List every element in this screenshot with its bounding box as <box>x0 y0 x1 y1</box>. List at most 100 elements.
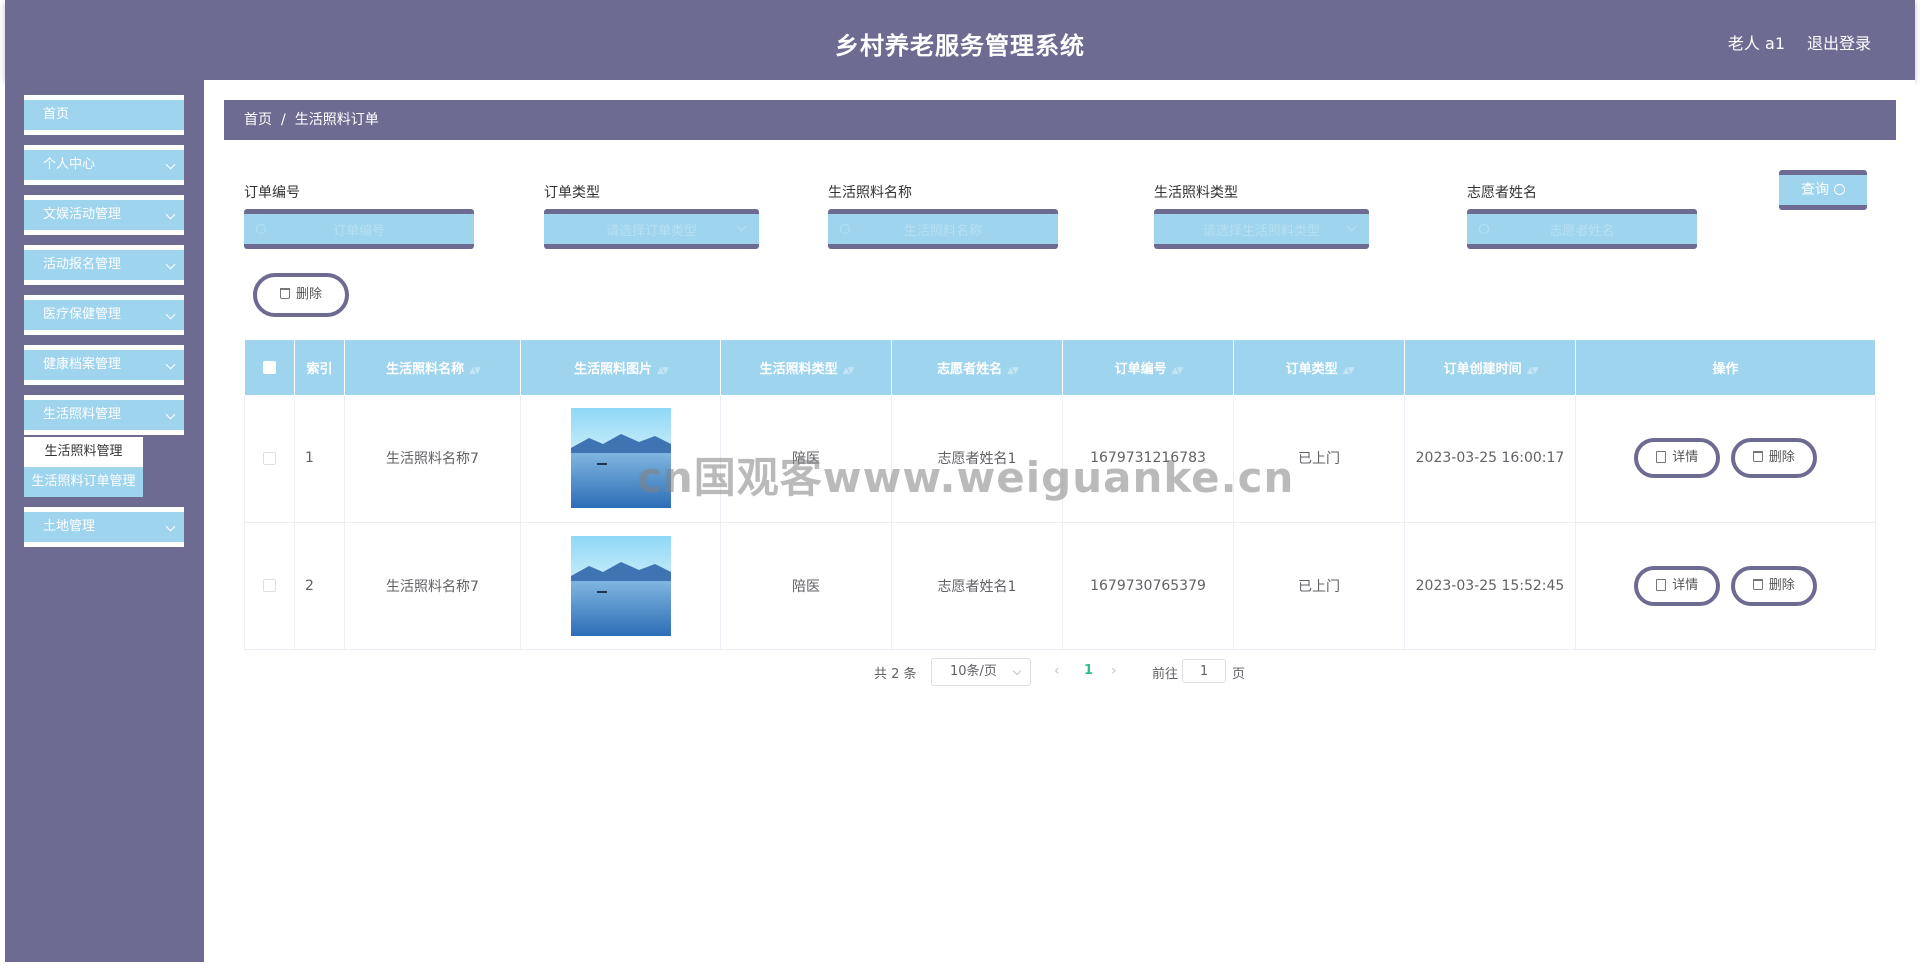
trash-icon <box>279 288 290 299</box>
sidebar-item-activity-signup[interactable]: 活动报名管理 <box>24 245 184 285</box>
sidebar-item-personal-center[interactable]: 个人中心 <box>24 145 184 185</box>
input-placeholder: 志愿者姓名 <box>1549 224 1615 239</box>
column-header-care-name[interactable]: 生活照料名称 ▲▼ <box>344 340 521 395</box>
care-thumbnail-image[interactable] <box>570 408 671 509</box>
pagination-total: 共 2 条 <box>874 667 917 682</box>
row-select[interactable] <box>244 522 295 650</box>
logout-link[interactable]: 退出登录 <box>1807 30 1871 54</box>
sidebar-item-label: 文娱活动管理 <box>43 207 122 222</box>
breadcrumb-current: 生活照料订单 <box>294 112 379 128</box>
sort-icon[interactable]: ▲▼ <box>1172 366 1184 376</box>
sidebar-item-label: 首页 <box>43 107 70 122</box>
sidebar-item-entertainment[interactable]: 文娱活动管理 <box>24 195 184 235</box>
row-created: 2023-03-25 16:00:17 <box>1404 395 1576 523</box>
chevron-down-icon <box>165 259 176 270</box>
header-select-all[interactable] <box>244 340 295 395</box>
delete-button-label: 删除 <box>295 287 322 302</box>
breadcrumb-home[interactable]: 首页 <box>244 100 272 140</box>
row-created: 2023-03-25 15:52:45 <box>1404 522 1576 650</box>
row-checkbox[interactable] <box>263 579 276 592</box>
detail-button[interactable]: 详情 <box>1634 438 1721 479</box>
page-size-select[interactable]: 10条/页 <box>931 658 1031 686</box>
row-order-no: 1679731216783 <box>1062 395 1234 523</box>
column-header-actions: 操作 <box>1575 340 1876 395</box>
page-number-current[interactable]: 1 <box>1084 663 1093 678</box>
sort-icon[interactable]: ▲▼ <box>657 366 669 376</box>
sidebar-item-label: 生活照料管理 <box>43 407 122 422</box>
row-care-type: 陪医 <box>720 395 892 523</box>
chevron-right-icon[interactable]: › <box>1111 663 1117 679</box>
sort-icon[interactable]: ▲▼ <box>1343 366 1355 376</box>
care-type-select[interactable]: 请选择生活照料类型 <box>1154 209 1369 249</box>
goto-page-input[interactable] <box>1182 659 1226 683</box>
select-placeholder: 请选择生活照料类型 <box>1202 224 1320 239</box>
row-index: 1 <box>294 395 345 523</box>
chevron-down-icon <box>165 309 176 320</box>
filter-label-volunteer: 志愿者姓名 <box>1467 185 1537 201</box>
delete-button[interactable]: 删除 <box>1730 438 1817 479</box>
column-header-order-no[interactable]: 订单编号 ▲▼ <box>1062 340 1234 395</box>
breadcrumb-separator: / <box>281 112 286 128</box>
sidebar: 首页 个人中心 文娱活动管理 活动报名管理 医疗保健管理 健康档案管理 生活照料… <box>5 80 204 962</box>
care-thumbnail-image[interactable] <box>570 535 671 636</box>
row-care-image <box>520 522 721 650</box>
top-header: 乡村养老服务管理系统 老人 a1 退出登录 <box>5 0 1915 80</box>
column-header-volunteer[interactable]: 志愿者姓名 ▲▼ <box>891 340 1063 395</box>
chevron-down-icon <box>165 521 176 532</box>
chevron-down-icon <box>165 209 176 220</box>
page-size-value: 10条/页 <box>950 664 997 679</box>
table-row: 1 生活照料名称7 陪医 志愿者姓名1 1679731216783 已上门 20… <box>244 395 1876 523</box>
goto-suffix: 页 <box>1232 667 1246 682</box>
document-icon <box>1656 451 1667 464</box>
filter-label-care-name: 生活照料名称 <box>828 185 912 201</box>
batch-delete-button[interactable]: 删除 <box>253 273 349 317</box>
column-header-order-type[interactable]: 订单类型 ▲▼ <box>1233 340 1405 395</box>
chevron-down-icon <box>165 409 176 420</box>
order-no-input[interactable]: 订单编号 <box>244 209 474 249</box>
sidebar-item-life-care[interactable]: 生活照料管理 <box>24 395 184 435</box>
chevron-left-icon[interactable]: ‹ <box>1054 663 1060 679</box>
order-type-select[interactable]: 请选择订单类型 <box>544 209 759 249</box>
row-select[interactable] <box>244 395 295 523</box>
current-user: 老人 a1 <box>1727 34 1785 53</box>
system-title: 乡村养老服务管理系统 <box>835 32 1085 60</box>
input-placeholder: 生活照料名称 <box>903 224 982 239</box>
submenu-life-care[interactable]: 生活照料管理 <box>24 437 143 467</box>
delete-button[interactable]: 删除 <box>1730 565 1817 606</box>
row-actions: 详情 删除 <box>1575 395 1876 523</box>
row-order-type: 已上门 <box>1233 395 1405 523</box>
document-icon <box>1656 578 1667 591</box>
sidebar-item-health-records[interactable]: 健康档案管理 <box>24 345 184 385</box>
chevron-down-icon <box>165 159 176 170</box>
sidebar-item-home[interactable]: 首页 <box>24 95 184 135</box>
care-name-input[interactable]: 生活照料名称 <box>828 209 1058 249</box>
volunteer-name-input[interactable]: 志愿者姓名 <box>1467 209 1697 249</box>
column-header-care-type[interactable]: 生活照料类型 ▲▼ <box>720 340 892 395</box>
column-header-created[interactable]: 订单创建时间 ▲▼ <box>1404 340 1576 395</box>
detail-button[interactable]: 详情 <box>1634 565 1721 606</box>
select-all-checkbox[interactable] <box>262 361 276 374</box>
row-actions: 详情 删除 <box>1575 522 1876 650</box>
sort-icon[interactable]: ▲▼ <box>469 366 481 376</box>
sort-icon[interactable]: ▲▼ <box>1527 366 1539 376</box>
query-button[interactable]: 查询 <box>1779 170 1867 210</box>
search-icon <box>1834 184 1845 195</box>
sidebar-item-label: 个人中心 <box>43 157 96 172</box>
row-order-no: 1679730765379 <box>1062 522 1234 650</box>
orders-table: 索引 生活照料名称 ▲▼ 生活照料图片 ▲▼ 生活照料类型 ▲▼ 志愿者姓名 ▲▼ 订单… <box>244 340 1876 650</box>
row-checkbox[interactable] <box>263 451 276 465</box>
sort-icon[interactable]: ▲▼ <box>1007 366 1019 376</box>
sidebar-item-label: 土地管理 <box>43 519 96 534</box>
submenu-life-care-orders[interactable]: 生活照料订单管理 <box>24 467 143 497</box>
sidebar-item-land[interactable]: 土地管理 <box>24 507 184 547</box>
table-row: 2 生活照料名称7 陪医 志愿者姓名1 1679730765379 已上门 20… <box>244 522 1876 650</box>
app-root: 乡村养老服务管理系统 老人 a1 退出登录 首页 个人中心 文娱活动管理 活动报… <box>0 0 1920 966</box>
row-care-image <box>520 395 721 523</box>
row-order-type: 已上门 <box>1233 522 1405 650</box>
column-header-care-image[interactable]: 生活照料图片 ▲▼ <box>520 340 721 395</box>
select-placeholder: 请选择订单类型 <box>605 224 697 239</box>
sort-icon[interactable]: ▲▼ <box>843 366 855 376</box>
sidebar-item-medical[interactable]: 医疗保健管理 <box>24 295 184 335</box>
column-header-index: 索引 <box>294 340 345 395</box>
row-volunteer: 志愿者姓名1 <box>891 522 1063 650</box>
